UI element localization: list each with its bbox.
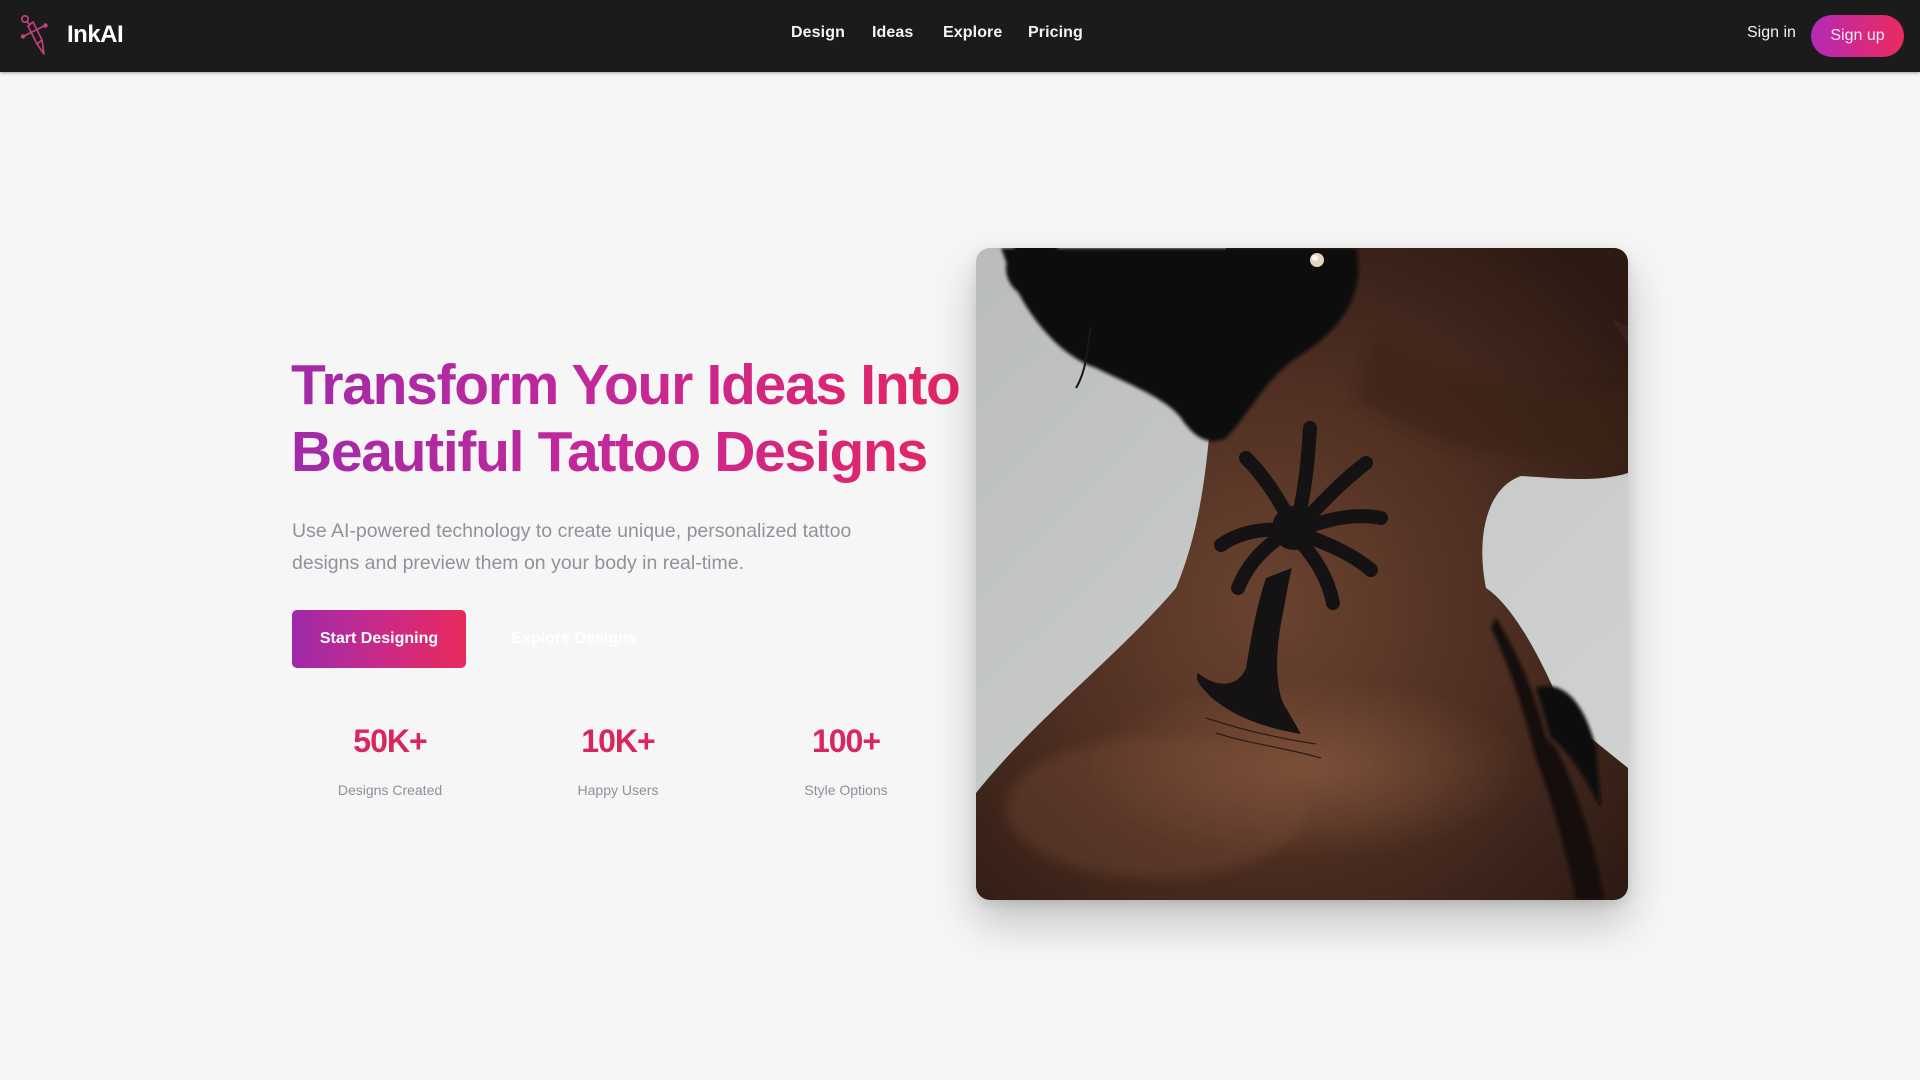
main-nav: Design Ideas Explore Pricing [0,0,1920,72]
stat-value: 50K+ [353,723,427,759]
nav-design[interactable]: Design [791,24,845,42]
nav-ideas[interactable]: Ideas [872,24,913,42]
brand-logo[interactable]: InkAI [18,13,124,57]
stat-style-options: 100+ Style Options [756,718,936,798]
hero-image [976,248,1628,900]
nav-explore[interactable]: Explore [943,24,1002,42]
tattoo-photo-illustration [976,248,1628,900]
sign-up-button[interactable]: Sign up [1811,15,1904,57]
sign-in-link[interactable]: Sign in [1747,24,1796,42]
stat-value: 100+ [811,723,881,759]
stat-label: Happy Users [577,782,659,798]
explore-designs-button[interactable]: Explore Designs [488,610,660,668]
hero-title: Transform Your Ideas Into Beautiful Tatt… [291,352,991,486]
stat-label: Designs Created [337,782,443,798]
nav-pricing[interactable]: Pricing [1028,24,1083,42]
stat-label: Style Options [804,782,888,798]
tattoo-machine-icon [20,14,48,55]
start-designing-button[interactable]: Start Designing [292,610,466,668]
stat-happy-users: 10K+ Happy Users [528,718,708,798]
brand-name: InkAI [67,21,124,48]
hero-title-line-1: Transform Your Ideas Into [291,353,960,417]
stat-value: 10K+ [581,723,655,759]
top-navbar: InkAI Design Ideas Explore Pricing Sign … [0,0,1920,72]
stat-designs-created: 50K+ Designs Created [300,718,480,798]
hero-subtitle: Use AI-powered technology to create uniq… [292,520,852,574]
hero-title-line-2: Beautiful Tattoo Designs [291,420,927,484]
